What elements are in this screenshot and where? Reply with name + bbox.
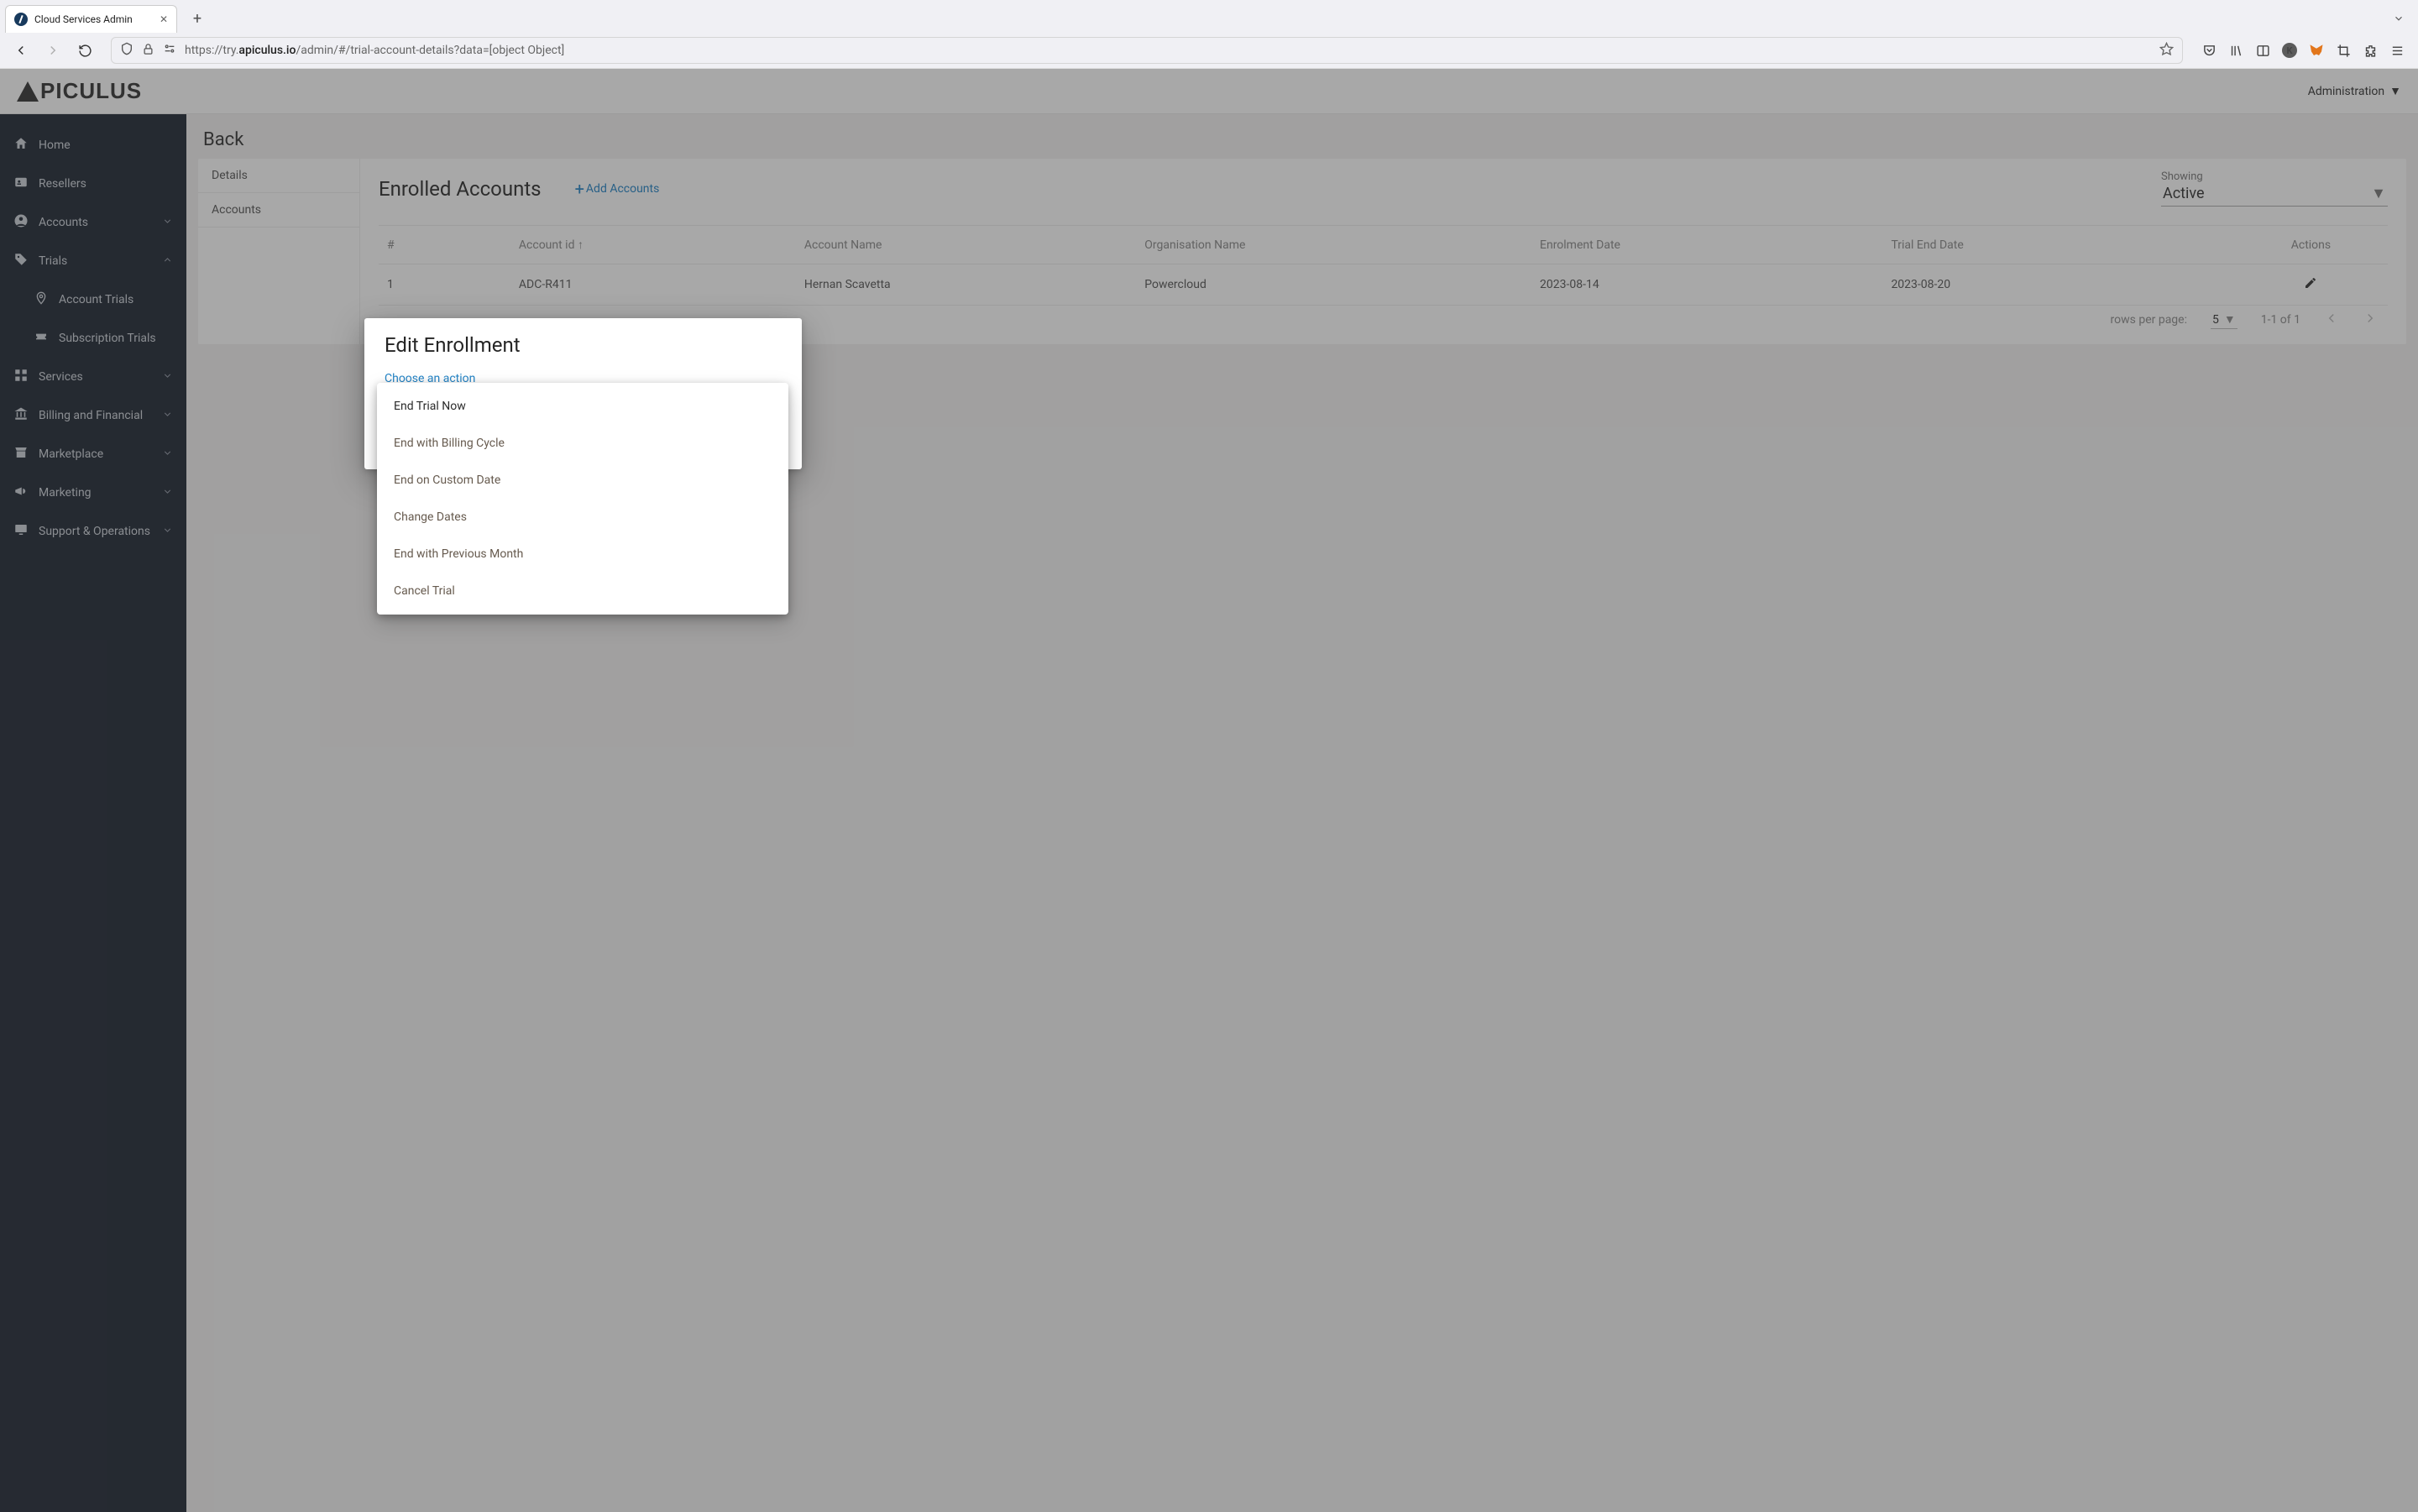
action-dropdown: End Trial Now End with Billing Cycle End… — [377, 383, 788, 615]
new-tab-button[interactable]: + — [186, 7, 209, 30]
reload-button[interactable] — [72, 38, 97, 63]
dropdown-option-end-custom-date[interactable]: End on Custom Date — [377, 462, 788, 499]
forward-button[interactable] — [40, 38, 65, 63]
bookmark-icon[interactable] — [2159, 42, 2174, 60]
url-prefix: https://try. — [185, 44, 238, 57]
tab-favicon-icon — [14, 13, 28, 26]
tab-bar: Cloud Services Admin ✕ + — [0, 0, 2418, 33]
toolbar-extensions: K — [2196, 43, 2410, 58]
library-icon[interactable] — [2228, 43, 2243, 58]
app-menu-icon[interactable] — [2389, 43, 2405, 58]
lock-icon[interactable] — [142, 43, 154, 59]
url-text: https://try.apiculus.io/admin/#/trial-ac… — [185, 44, 2151, 57]
back-button[interactable] — [8, 38, 34, 63]
pocket-icon[interactable] — [2201, 43, 2216, 58]
browser-chrome: Cloud Services Admin ✕ + — [0, 0, 2418, 69]
extensions-puzzle-icon[interactable] — [2363, 43, 2378, 58]
browser-toolbar: https://try.apiculus.io/admin/#/trial-ac… — [0, 33, 2418, 68]
modal-title: Edit Enrollment — [385, 333, 782, 357]
reader-view-icon[interactable] — [2255, 43, 2270, 58]
tab-title: Cloud Services Admin — [34, 13, 153, 25]
tab-overflow-icon[interactable] — [2393, 13, 2405, 28]
dropdown-option-end-trial-now[interactable]: End Trial Now — [377, 388, 788, 425]
browser-tab[interactable]: Cloud Services Admin ✕ — [5, 5, 177, 33]
extension-metamask-icon[interactable] — [2309, 43, 2324, 58]
dropdown-option-end-previous-month[interactable]: End with Previous Month — [377, 536, 788, 573]
address-bar[interactable]: https://try.apiculus.io/admin/#/trial-ac… — [111, 37, 2183, 64]
dropdown-option-change-dates[interactable]: Change Dates — [377, 499, 788, 536]
site-permissions-icon[interactable] — [163, 42, 176, 59]
close-tab-icon[interactable]: ✕ — [160, 13, 168, 25]
shield-icon[interactable] — [120, 42, 133, 59]
modal-backdrop[interactable] — [0, 69, 2418, 1512]
extension-crop-icon[interactable] — [2336, 43, 2351, 58]
extension-k-icon[interactable]: K — [2282, 43, 2297, 58]
dropdown-option-cancel-trial[interactable]: Cancel Trial — [377, 573, 788, 610]
url-host: apiculus.io — [238, 44, 296, 57]
dropdown-option-end-billing-cycle[interactable]: End with Billing Cycle — [377, 425, 788, 462]
viewport: PICULUS Administration ▼ Home Resellers — [0, 69, 2418, 1512]
url-suffix: /admin/#/trial-account-details?data=[obj… — [296, 44, 564, 57]
